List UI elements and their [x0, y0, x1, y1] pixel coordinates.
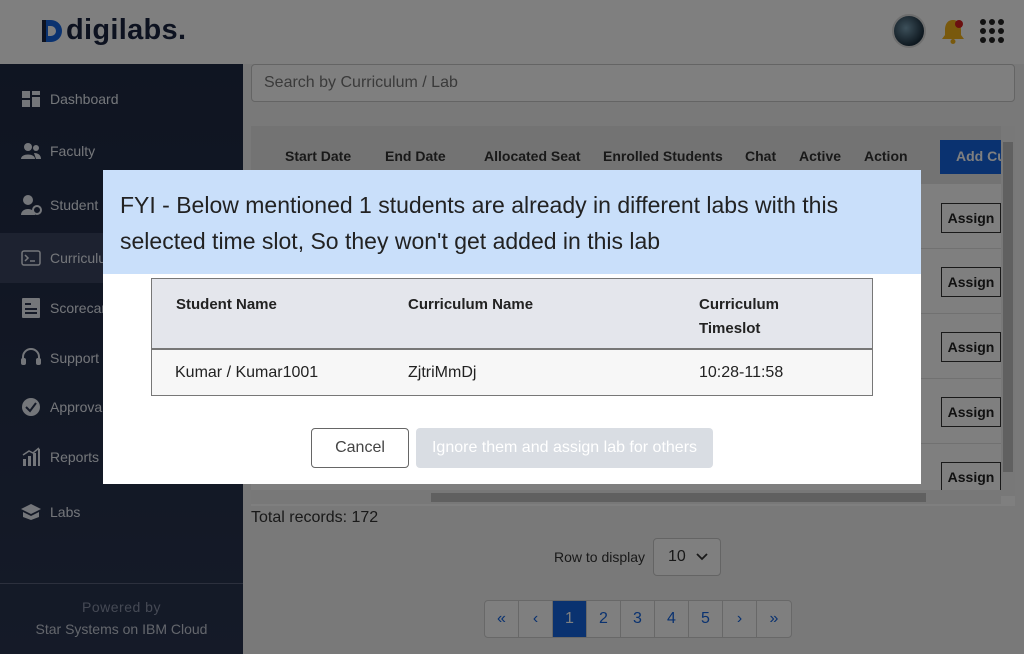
conflict-dialog: FYI - Below mentioned 1 students are alr…	[103, 170, 921, 484]
column-header: Curriculum Timeslot	[699, 296, 780, 337]
student-name-cell: Kumar / Kumar1001	[175, 364, 319, 381]
column-header: Curriculum Name	[408, 296, 534, 313]
timeslot-cell: 10:28-11:58	[699, 364, 784, 381]
dialog-message: FYI - Below mentioned 1 students are alr…	[103, 170, 921, 274]
conflict-table-header: Student Name Curriculum Name Curriculum …	[152, 279, 872, 350]
column-header: Student Name	[176, 296, 277, 313]
conflict-table: Student Name Curriculum Name Curriculum …	[151, 278, 873, 396]
cancel-button[interactable]: Cancel	[311, 428, 409, 468]
ignore-and-assign-button[interactable]: Ignore them and assign lab for others	[416, 428, 713, 468]
table-row: Kumar / Kumar1001 ZjtriMmDj 10:28-11:58	[152, 350, 872, 395]
curriculum-name-cell: ZjtriMmDj	[408, 364, 477, 381]
